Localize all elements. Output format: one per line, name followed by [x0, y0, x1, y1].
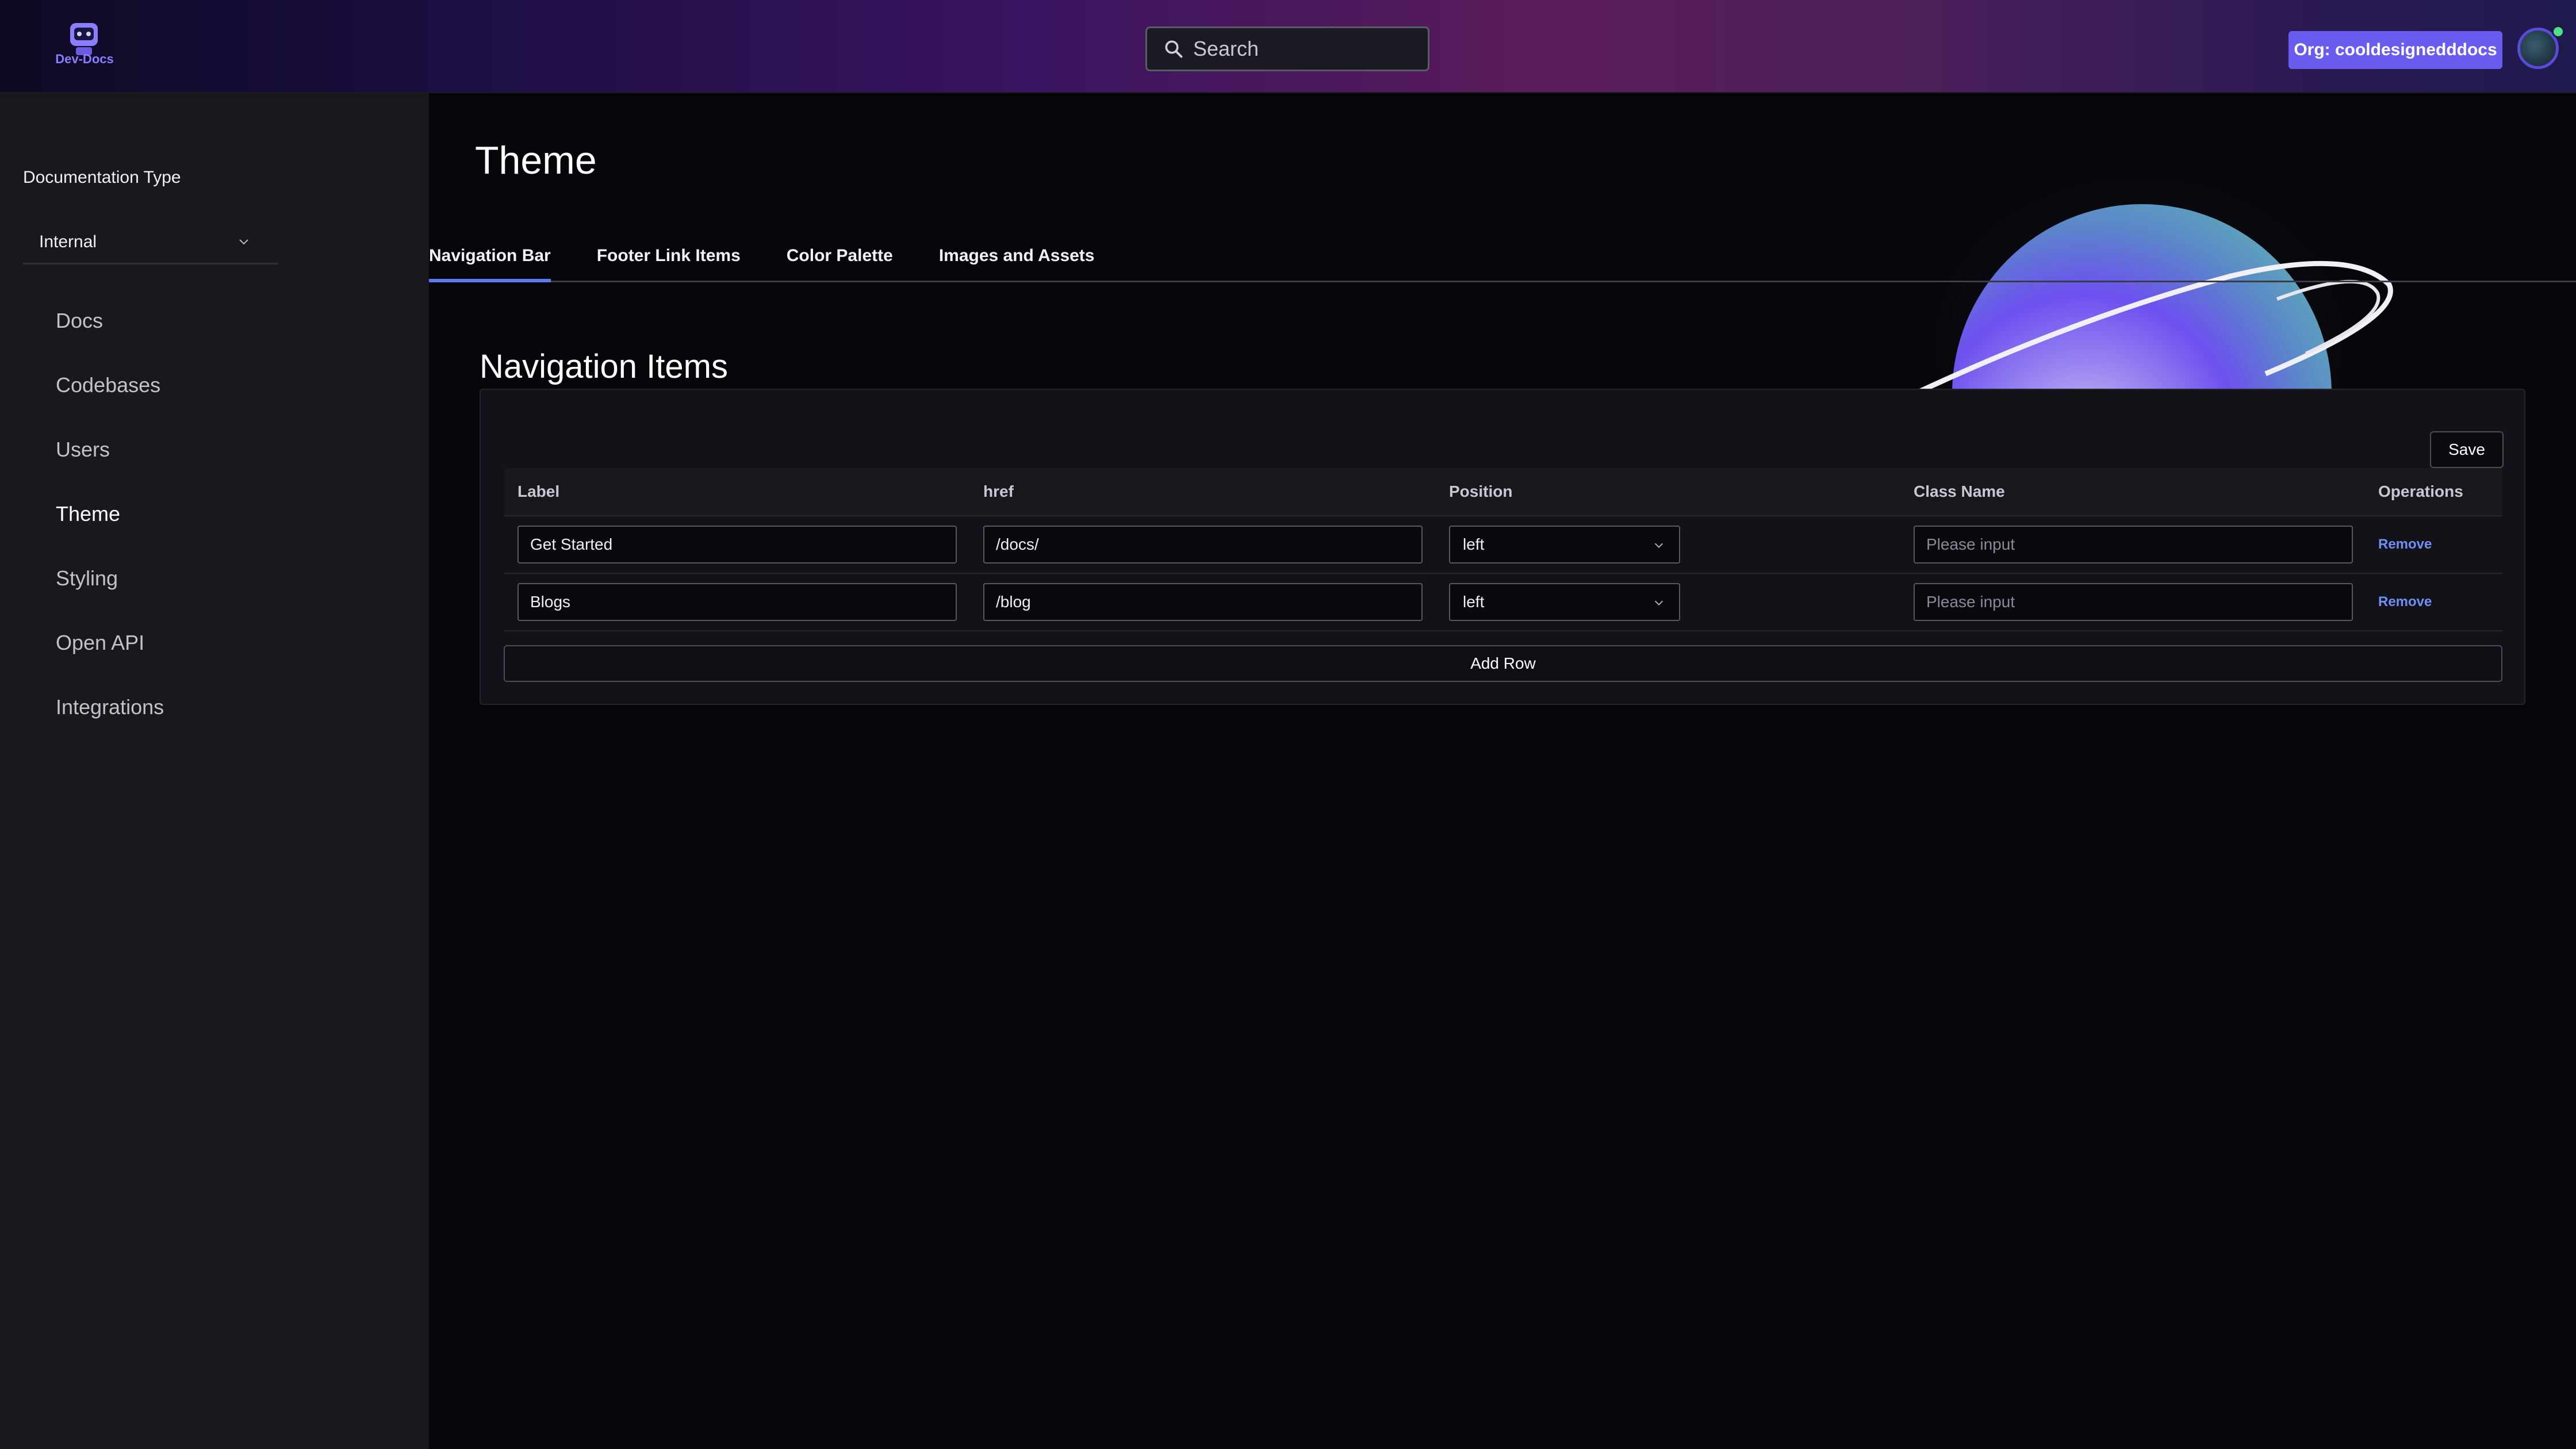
sidebar: Documentation Type Internal Docs Codebas… [0, 93, 429, 1449]
position-value: left [1463, 535, 1485, 553]
sidebar-item-docs[interactable]: Docs [0, 289, 429, 353]
column-header-href: href [983, 482, 1014, 500]
add-row-button[interactable]: Add Row [504, 645, 2502, 682]
href-input[interactable] [983, 583, 1423, 621]
column-header-label: Label [518, 482, 560, 500]
href-input[interactable] [983, 526, 1423, 564]
search-icon [1165, 40, 1183, 58]
remove-button[interactable]: Remove [2378, 594, 2432, 610]
column-header-operations: Operations [2378, 482, 2463, 500]
label-input[interactable] [518, 526, 957, 564]
sidebar-item-integrations[interactable]: Integrations [0, 675, 429, 739]
position-select[interactable]: left [1449, 583, 1680, 621]
class-name-input[interactable] [1914, 583, 2353, 621]
chevron-down-icon [1654, 543, 1663, 548]
search-box[interactable] [1145, 26, 1429, 71]
chevron-down-icon [239, 239, 248, 245]
sidebar-nav: Docs Codebases Users Theme Styling Open … [0, 289, 429, 739]
logo-text: Dev-Docs [55, 52, 114, 66]
doc-type-value: Internal [39, 232, 97, 251]
org-button[interactable]: Org: cooldesignedddocs [2288, 31, 2502, 69]
top-bar: Dev-Docs Org: cooldesignedddocs [0, 0, 2576, 93]
sidebar-item-open-api[interactable]: Open API [0, 611, 429, 675]
navigation-items-panel: Save Label href Position Class Name Oper… [480, 389, 2525, 705]
navigation-items-table: Label href Position Class Name Operation… [504, 468, 2502, 631]
tab-color-palette[interactable]: Color Palette [787, 241, 893, 281]
remove-button[interactable]: Remove [2378, 536, 2432, 552]
save-button[interactable]: Save [2430, 431, 2504, 468]
theme-tabs: Navigation Bar Footer Link Items Color P… [429, 241, 2576, 282]
chevron-down-icon [1654, 600, 1663, 605]
search-input[interactable] [1192, 36, 1424, 62]
sidebar-item-styling[interactable]: Styling [0, 546, 429, 611]
sidebar-item-users[interactable]: Users [0, 417, 429, 482]
class-name-input[interactable] [1914, 526, 2353, 564]
doc-type-label: Documentation Type [23, 168, 181, 187]
position-value: left [1463, 593, 1485, 611]
column-header-position: Position [1449, 482, 1513, 500]
tab-images-and-assets[interactable]: Images and Assets [939, 241, 1095, 281]
tab-footer-link-items[interactable]: Footer Link Items [597, 241, 741, 281]
position-select[interactable]: left [1449, 526, 1680, 564]
online-status-dot [2552, 25, 2564, 38]
table-header: Label href Position Class Name Operation… [504, 468, 2502, 516]
column-header-class-name: Class Name [1914, 482, 2005, 500]
tab-navigation-bar[interactable]: Navigation Bar [429, 241, 551, 282]
table-row: left Remove [504, 574, 2502, 631]
sidebar-item-theme[interactable]: Theme [0, 482, 429, 546]
page-title: Theme [475, 139, 597, 182]
doc-type-select[interactable]: Internal [23, 221, 278, 264]
sidebar-item-codebases[interactable]: Codebases [0, 353, 429, 417]
section-title: Navigation Items [480, 348, 728, 385]
table-row: left Remove [504, 516, 2502, 574]
label-input[interactable] [518, 583, 957, 621]
